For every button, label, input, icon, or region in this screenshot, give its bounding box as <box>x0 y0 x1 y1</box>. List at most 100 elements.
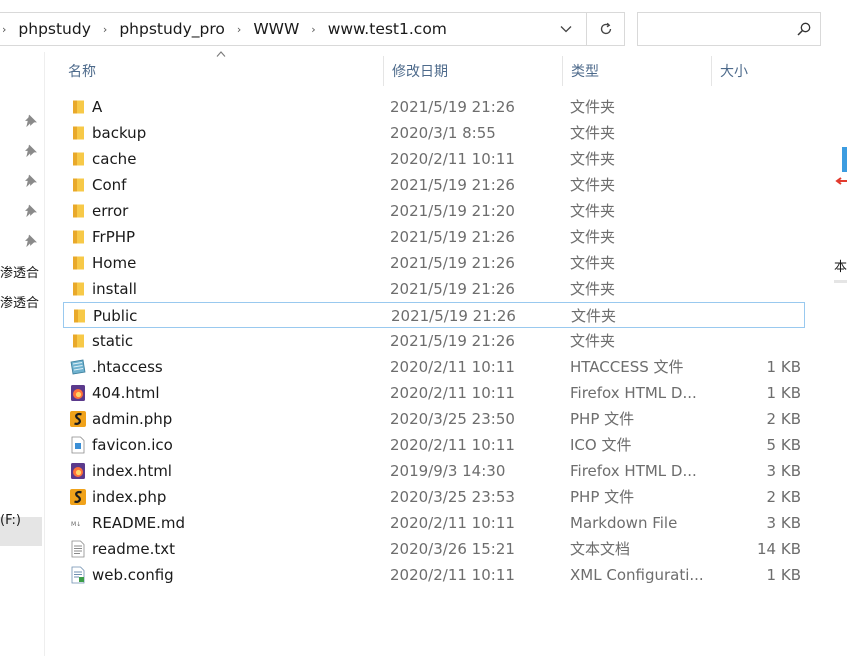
file-row[interactable]: static 2021/5/19 21:26 文件夹 <box>63 328 805 354</box>
breadcrumb-separator-icon[interactable]: › <box>311 23 315 36</box>
breadcrumb-item-test1[interactable]: www.test1.com <box>328 20 447 38</box>
php-file-icon <box>69 488 87 506</box>
file-size: 2 KB <box>766 410 801 428</box>
file-row[interactable]: Conf 2021/5/19 21:26 文件夹 <box>63 172 805 198</box>
file-row[interactable]: index.php 2020/3/25 23:53 PHP 文件 2 KB <box>63 484 805 510</box>
file-name: .htaccess <box>92 358 163 376</box>
file-row[interactable]: .htaccess 2020/2/11 10:11 HTACCESS 文件 1 KB <box>63 354 805 380</box>
htaccess-file-icon <box>69 358 87 376</box>
arrow-icon <box>835 177 847 185</box>
file-type: Firefox HTML D... <box>570 462 697 480</box>
folder-icon <box>69 202 87 220</box>
file-row[interactable]: admin.php 2020/3/25 23:50 PHP 文件 2 KB <box>63 406 805 432</box>
pin-icon[interactable] <box>24 143 38 157</box>
file-name: readme.txt <box>92 540 176 558</box>
folder-icon <box>69 98 87 116</box>
file-modified-date: 2021/5/19 21:26 <box>390 254 515 272</box>
column-header-name[interactable]: 名称 <box>60 56 383 86</box>
search-box[interactable] <box>637 12 821 46</box>
column-header-date[interactable]: 修改日期 <box>383 56 562 86</box>
file-modified-date: 2020/3/1 8:55 <box>390 124 496 142</box>
file-size: 3 KB <box>766 514 801 532</box>
breadcrumb-separator-icon[interactable]: › <box>237 23 241 36</box>
file-modified-date: 2020/2/11 10:11 <box>390 150 515 168</box>
breadcrumb-separator-icon[interactable]: › <box>103 23 107 36</box>
breadcrumb-item-phpstudy-pro[interactable]: phpstudy_pro <box>119 20 225 38</box>
window-edge-fragment <box>842 147 847 172</box>
pin-icon[interactable] <box>24 203 38 217</box>
column-header-size[interactable]: 大小 <box>711 56 810 86</box>
svg-text:M↓: M↓ <box>71 521 81 528</box>
nav-item-quick-access[interactable]: 渗透合 <box>0 292 44 311</box>
breadcrumb-separator-icon: › <box>2 22 7 36</box>
file-row[interactable]: Public 2021/5/19 21:26 文件夹 <box>63 302 805 328</box>
file-row[interactable]: A 2021/5/19 21:26 文件夹 <box>63 94 805 120</box>
firefox-html-icon <box>69 384 87 402</box>
file-modified-date: 2020/2/11 10:11 <box>390 436 515 454</box>
file-row[interactable]: 404.html 2020/2/11 10:11 Firefox HTML D...… <box>63 380 805 406</box>
nav-item-quick-access[interactable]: 渗透合 <box>0 262 44 281</box>
pin-icon[interactable] <box>24 173 38 187</box>
file-row[interactable]: install 2021/5/19 21:26 文件夹 <box>63 276 805 302</box>
file-row[interactable]: error 2021/5/19 21:20 文件夹 <box>63 198 805 224</box>
address-history-button[interactable] <box>550 13 582 45</box>
file-modified-date: 2021/5/19 21:26 <box>390 176 515 194</box>
file-modified-date: 2020/3/25 23:50 <box>390 410 515 428</box>
file-size: 1 KB <box>766 566 801 584</box>
file-size <box>711 250 801 276</box>
file-row[interactable]: favicon.ico 2020/2/11 10:11 ICO 文件 5 KB <box>63 432 805 458</box>
file-type: 文件夹 <box>570 254 616 272</box>
search-input[interactable] <box>644 19 788 41</box>
file-size <box>711 224 801 250</box>
file-name: cache <box>92 150 137 168</box>
file-row[interactable]: M↓ README.md 2020/2/11 10:11 Markdown File 3… <box>63 510 805 536</box>
file-type: XML Configurati... <box>570 566 704 584</box>
file-modified-date: 2021/5/19 21:20 <box>390 202 515 220</box>
file-size: 1 KB <box>766 358 801 376</box>
search-icon[interactable] <box>796 21 812 37</box>
file-row[interactable]: web.config 2020/2/11 10:11 XML Configurati… <box>63 562 805 588</box>
file-modified-date: 2020/2/11 10:11 <box>390 566 515 584</box>
file-size <box>711 94 801 120</box>
pin-icon[interactable] <box>24 113 38 127</box>
file-type: HTACCESS 文件 <box>570 358 684 376</box>
file-modified-date: 2021/5/19 21:26 <box>390 98 515 116</box>
file-name: FrPHP <box>92 228 136 246</box>
file-row[interactable]: readme.txt 2020/3/26 15:21 文本文档 14 KB <box>63 536 805 562</box>
file-row[interactable]: cache 2020/2/11 10:11 文件夹 <box>63 146 805 172</box>
ico-file-icon <box>69 436 87 454</box>
file-modified-date: 2020/3/26 15:21 <box>390 540 515 558</box>
file-modified-date: 2021/5/19 21:26 <box>391 307 516 325</box>
file-type: 文件夹 <box>570 98 616 116</box>
file-row[interactable]: index.html 2019/9/3 14:30 Firefox HTML D..… <box>63 458 805 484</box>
address-bar[interactable]: › phpstudy › phpstudy_pro › WWW › www.te… <box>0 12 625 46</box>
file-modified-date: 2021/5/19 21:26 <box>390 228 515 246</box>
file-row[interactable]: Home 2021/5/19 21:26 文件夹 <box>63 250 805 276</box>
config-file-icon <box>69 566 87 584</box>
file-modified-date: 2021/5/19 21:26 <box>390 332 515 350</box>
file-row[interactable]: backup 2020/3/1 8:55 文件夹 <box>63 120 805 146</box>
folder-icon <box>69 228 87 246</box>
navigation-pane[interactable]: 渗透合 渗透合 (F:) <box>0 52 45 656</box>
file-type: Markdown File <box>570 514 678 532</box>
folder-icon <box>69 150 87 168</box>
file-size <box>710 303 800 329</box>
file-name: index.html <box>92 462 172 480</box>
refresh-button[interactable] <box>586 13 624 45</box>
breadcrumb-item-www[interactable]: WWW <box>253 20 299 38</box>
file-modified-date: 2020/2/11 10:11 <box>390 358 515 376</box>
file-type: 文件夹 <box>570 150 616 168</box>
nav-item-drive-f[interactable]: (F:) <box>0 513 44 528</box>
folder-icon <box>70 307 88 325</box>
pin-icon[interactable] <box>24 233 38 247</box>
file-name: favicon.ico <box>92 436 173 454</box>
file-name: Home <box>92 254 137 272</box>
column-header-type[interactable]: 类型 <box>562 56 711 86</box>
folder-icon <box>69 176 87 194</box>
markdown-file-icon: M↓ <box>69 514 87 532</box>
file-type: 文件夹 <box>570 228 616 246</box>
file-row[interactable]: FrPHP 2021/5/19 21:26 文件夹 <box>63 224 805 250</box>
file-size <box>711 120 801 146</box>
folder-icon <box>69 254 87 272</box>
breadcrumb-item-phpstudy[interactable]: phpstudy <box>18 20 91 38</box>
